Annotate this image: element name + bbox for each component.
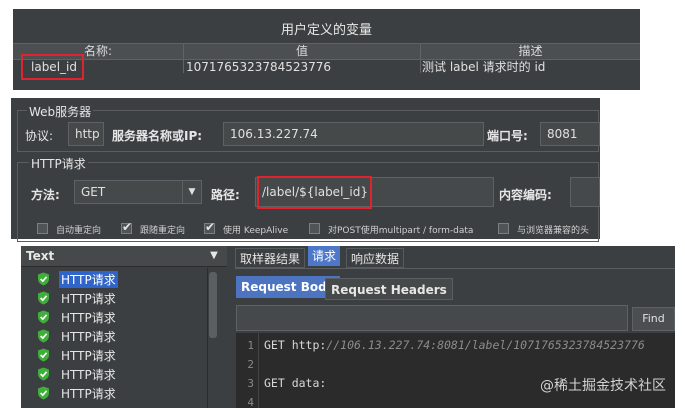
line-number: 2 <box>247 358 254 371</box>
success-shield-icon <box>38 367 49 381</box>
tree-item-label: HTTP请求 <box>59 271 118 288</box>
option-label: 使用 KeepAlive <box>223 226 289 236</box>
tree-item[interactable]: HTTP请求 <box>37 308 207 327</box>
find-button[interactable]: Find <box>632 307 675 331</box>
tab-request[interactable]: 请求 <box>308 246 341 266</box>
success-shield-icon <box>38 386 49 400</box>
content-encoding-input[interactable] <box>570 177 600 207</box>
column-divider <box>420 43 421 73</box>
line-number: 4 <box>247 396 254 408</box>
tree-item-label: HTTP请求 <box>61 330 116 344</box>
port-label: 端口号: <box>487 129 528 143</box>
option-label: 跟随重定向 <box>140 226 186 236</box>
tree-item-label: HTTP请求 <box>61 349 116 363</box>
protocol-input[interactable]: http <box>68 122 104 146</box>
code-prefix: GET data: <box>264 376 327 390</box>
tree-header[interactable]: Text ▼ <box>21 246 227 267</box>
column-divider <box>183 43 184 73</box>
variable-value-cell[interactable]: 1071765323784523776 <box>186 60 331 75</box>
renderer-select-label: Text <box>26 249 55 263</box>
server-label: 服务器名称或IP: <box>112 129 203 143</box>
column-header-value[interactable]: 值 <box>184 43 420 60</box>
option-label: 自动重定向 <box>56 226 102 236</box>
tab-divider <box>235 268 675 269</box>
search-input[interactable] <box>236 305 628 331</box>
checkbox[interactable]: ✔ <box>121 220 133 234</box>
code-prefix: GET http: <box>264 338 327 352</box>
code-line: GET data: <box>264 376 326 390</box>
checkbox[interactable]: ✔ <box>204 220 216 234</box>
success-shield-icon <box>38 348 49 362</box>
method-select[interactable]: GET ▼ <box>74 180 202 204</box>
tree-item[interactable]: HTTP请求 <box>37 346 207 365</box>
checkbox[interactable] <box>309 223 320 234</box>
line-number: 1 <box>247 339 254 352</box>
gutter-divider <box>258 333 259 408</box>
tree-item-label: HTTP请求 <box>61 292 116 306</box>
content-encoding-label: 内容编码: <box>499 188 552 202</box>
tree-item[interactable]: HTTP请求 <box>37 327 207 346</box>
method-label: 方法: <box>31 188 60 202</box>
option-label: 对POST使用multipart / form-data <box>328 226 474 236</box>
path-label: 路径: <box>211 188 240 202</box>
request-body-editor[interactable]: 1 2 3 4 GET http://106.13.227.74:8081/la… <box>236 333 675 408</box>
tab-response-data[interactable]: 响应数据 <box>346 248 405 268</box>
column-header-description[interactable]: 描述 <box>421 43 640 60</box>
port-input[interactable]: 8081 <box>540 122 600 146</box>
chevron-down-icon[interactable]: ▼ <box>204 247 224 265</box>
code-url: //106.13.227.74:8081/label/1071765323784… <box>326 338 645 352</box>
results-tree: Text ▼ HTTP请求 HTTP请求 HTTP请求 HTTP请求 HTTP请求 HTT… <box>21 246 227 408</box>
chevron-down-icon[interactable]: ▼ <box>182 181 201 203</box>
tree-item[interactable]: HTTP请求 <box>37 365 207 384</box>
tree-item-label: HTTP请求 <box>61 311 116 325</box>
protocol-label: 协议: <box>25 129 54 143</box>
method-value: GET <box>81 185 106 199</box>
tree-item[interactable]: HTTP请求 <box>37 270 207 289</box>
scrollbar-thumb[interactable] <box>209 272 217 338</box>
tree-item-label: HTTP请求 <box>61 387 116 401</box>
checkbox[interactable] <box>498 223 509 234</box>
checkmark-icon: ✔ <box>122 220 133 234</box>
tree-item[interactable]: HTTP请求 <box>37 384 207 403</box>
http-sampler-panel: Web服务器 协议: http 服务器名称或IP: 106.13.227.74 … <box>11 98 600 242</box>
success-shield-icon <box>38 272 49 286</box>
code-line: GET http://106.13.227.74:8081/label/1071… <box>264 338 645 352</box>
tab-request-body[interactable]: Request Body <box>236 276 340 298</box>
variable-description-cell[interactable]: 测试 label 请求时的 id <box>422 60 545 75</box>
highlight-box <box>21 54 84 80</box>
tree-item[interactable]: HTTP请求 <box>37 289 207 308</box>
user-defined-variables-panel: 用户定义的变量 名称: 值 描述 label_id 10717653237845… <box>13 9 640 90</box>
server-input[interactable]: 106.13.227.74 <box>223 122 484 146</box>
line-number: 3 <box>247 377 254 390</box>
checkmark-icon: ✔ <box>205 220 216 234</box>
tree-item-label: HTTP请求 <box>61 368 116 382</box>
tab-sampler-result[interactable]: 取样器结果 <box>235 248 306 268</box>
success-shield-icon <box>38 310 49 324</box>
panel-title: 用户定义的变量 <box>280 23 372 38</box>
option-label: 与浏览器兼容的头 <box>517 226 590 236</box>
watermark: @稀土掘金技术社区 <box>540 378 666 394</box>
http-request-title: HTTP请求 <box>29 155 88 172</box>
checkbox[interactable] <box>37 223 48 234</box>
success-shield-icon <box>38 291 49 305</box>
success-shield-icon <box>38 329 49 343</box>
web-server-title: Web服务器 <box>27 103 94 120</box>
tab-request-headers[interactable]: Request Headers <box>325 278 453 300</box>
highlight-box <box>257 176 372 209</box>
